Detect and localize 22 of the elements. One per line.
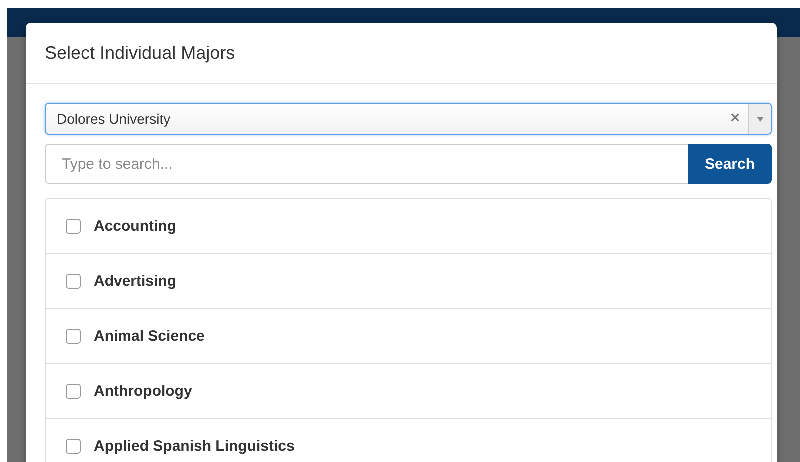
major-name: Animal Science xyxy=(94,328,205,344)
major-name: Accounting xyxy=(94,218,176,234)
university-select[interactable]: Dolores University × xyxy=(45,103,772,135)
checkbox[interactable] xyxy=(66,438,81,454)
caret-icon[interactable] xyxy=(756,116,764,122)
clear-button[interactable]: × xyxy=(722,110,748,128)
major-row[interactable]: Applied Spanish Linguistics xyxy=(46,419,771,462)
major-row[interactable]: Animal Science xyxy=(46,309,771,364)
major-row[interactable]: Accounting xyxy=(46,199,771,254)
checkbox[interactable] xyxy=(66,328,81,344)
major-name: Advertising xyxy=(94,272,177,290)
search-button[interactable]: Search xyxy=(688,144,772,184)
major-name: Anthropology xyxy=(94,382,192,400)
major-row[interactable]: Advertising xyxy=(46,254,771,309)
checkbox[interactable] xyxy=(66,274,81,288)
major-name: Applied Spanish Linguistics xyxy=(94,438,295,454)
search-field[interactable]: Type to search... xyxy=(45,144,688,184)
checkbox[interactable] xyxy=(66,384,81,398)
dialog-title: Select Individual Majors xyxy=(45,42,236,64)
checkbox[interactable] xyxy=(66,218,81,234)
major-row[interactable]: Anthropology xyxy=(46,364,771,419)
selected-value: Dolores University xyxy=(56,111,172,127)
